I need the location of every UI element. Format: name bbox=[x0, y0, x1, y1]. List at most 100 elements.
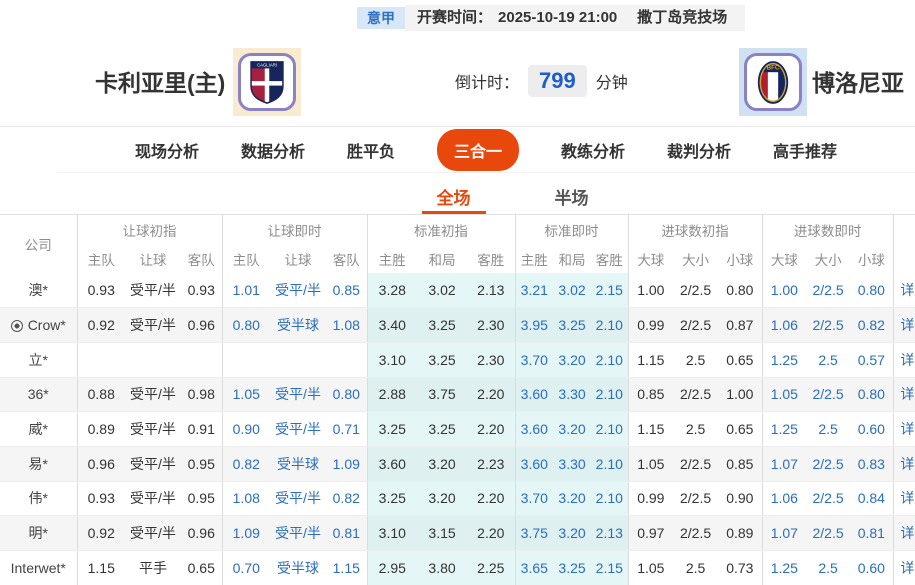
odds-cell: 2.95 bbox=[367, 550, 418, 585]
odds-cell: 2/2.5 bbox=[806, 273, 851, 309]
company-cell: Crow* bbox=[0, 307, 78, 343]
subtab-full[interactable]: 全场 bbox=[421, 173, 486, 214]
odds-cell: 2/2.5 bbox=[806, 446, 851, 482]
detail-link[interactable]: 详情 bbox=[893, 377, 915, 413]
odds-cell: 0.80 bbox=[326, 377, 368, 413]
top-bar: 意甲 开赛时间： 2025-10-19 21:00 撒丁岛竞技场 bbox=[0, 0, 915, 36]
countdown-unit: 分钟 bbox=[595, 75, 628, 92]
odds-cell: 受平/半 bbox=[270, 377, 327, 413]
odds-cell: 0.80 bbox=[850, 273, 894, 309]
odds-cell: 2/2.5 bbox=[673, 377, 719, 413]
cagliari-crest-icon: CAGLIARI bbox=[238, 53, 296, 111]
detail-link[interactable]: 详情 bbox=[893, 550, 915, 585]
odds-table-body: 澳* 0.93 受平/半 0.93 1.01 受平/半 0.85 3.28 3.02 2.13 3.… bbox=[0, 273, 915, 585]
company-cell: 易* bbox=[0, 446, 78, 482]
nav-tab-coach[interactable]: 教练分析 bbox=[561, 138, 625, 162]
odds-cell: 0.65 bbox=[718, 411, 763, 447]
odds-cell: 3.28 bbox=[367, 273, 418, 309]
odds-cell: 0.85 bbox=[326, 273, 368, 309]
odds-cell: 0.93 bbox=[77, 481, 125, 517]
period-subtabs: 全场 半场 bbox=[55, 173, 915, 214]
odds-cell: 3.20 bbox=[417, 481, 468, 517]
column-subheader: 客胜 bbox=[591, 244, 629, 273]
odds-cell: 0.95 bbox=[181, 481, 223, 517]
odds-cell: 1.15 bbox=[77, 550, 125, 585]
odds-cell: 1.08 bbox=[222, 481, 271, 517]
odds-cell: 0.85 bbox=[628, 377, 674, 413]
odds-cell: 3.25 bbox=[367, 481, 418, 517]
odds-cell: 3.20 bbox=[553, 342, 592, 378]
kickoff-label: 开赛时间： bbox=[417, 9, 493, 26]
odds-cell: 1.25 bbox=[762, 550, 807, 585]
company-cell: 36* bbox=[0, 377, 78, 413]
odds-cell: 2.15 bbox=[591, 273, 629, 309]
nav-tab-live[interactable]: 现场分析 bbox=[135, 138, 199, 162]
odds-cell: 3.21 bbox=[515, 273, 554, 309]
odds-cell: 0.80 bbox=[222, 307, 271, 343]
odds-cell: 3.15 bbox=[417, 515, 468, 551]
odds-cell: 2.5 bbox=[806, 342, 851, 378]
company-cell: 立* bbox=[0, 342, 78, 378]
odds-cell: 0.88 bbox=[77, 377, 125, 413]
odds-cell: 2.10 bbox=[591, 377, 629, 413]
nav-tab-expert[interactable]: 高手推荐 bbox=[773, 138, 837, 162]
odds-cell: 3.20 bbox=[553, 515, 592, 551]
countdown: 倒计时： 799 分钟 bbox=[455, 36, 628, 126]
odds-cell: 2.23 bbox=[467, 446, 516, 482]
odds-cell: 0.91 bbox=[181, 411, 223, 447]
detail-link[interactable]: 详情 bbox=[893, 446, 915, 482]
odds-cell: 2.10 bbox=[591, 342, 629, 378]
detail-link[interactable]: 详情 bbox=[893, 411, 915, 447]
nav-tab-three-in-one[interactable]: 三合一 bbox=[436, 128, 519, 171]
odds-cell bbox=[270, 342, 327, 378]
odds-cell: 2.20 bbox=[467, 411, 516, 447]
odds-cell: 0.57 bbox=[850, 342, 894, 378]
odds-cell: 0.80 bbox=[850, 377, 894, 413]
detail-link[interactable]: 详情 bbox=[893, 273, 915, 309]
table-row: 36* 0.88 受平/半 0.98 1.05 受平/半 0.80 2.88 3.75 2.20 3… bbox=[0, 377, 915, 413]
odds-cell: 平手 bbox=[125, 550, 181, 585]
odds-cell: 3.02 bbox=[417, 273, 468, 309]
table-row: 易* 0.96 受平/半 0.95 0.82 受半球 1.09 3.60 3.20 2.23 3.6… bbox=[0, 446, 915, 482]
odds-cell: 0.96 bbox=[77, 446, 125, 482]
odds-cell: 0.65 bbox=[181, 550, 223, 585]
odds-cell: 0.99 bbox=[628, 481, 674, 517]
subtab-half[interactable]: 半场 bbox=[540, 173, 604, 214]
odds-cell: 0.60 bbox=[850, 550, 894, 585]
nav-tabs: 现场分析 数据分析 胜平负 三合一 教练分析 裁判分析 高手推荐 bbox=[57, 127, 915, 173]
kickoff-strip: 开赛时间： 2025-10-19 21:00 撒丁岛竞技场 bbox=[405, 5, 746, 31]
odds-cell: 1.09 bbox=[326, 446, 368, 482]
column-group-header: 进球数初指 bbox=[628, 215, 763, 244]
odds-cell: 0.97 bbox=[628, 515, 674, 551]
odds-table-container: 公司 让球初指 让球即时 标准初指 标准即时 进球数初指 进球数即时 主队 让球 客队 主队 让球 客队… bbox=[0, 215, 915, 585]
odds-cell: 3.25 bbox=[417, 307, 468, 343]
odds-cell: 3.40 bbox=[367, 307, 418, 343]
odds-cell: 0.81 bbox=[326, 515, 368, 551]
detail-link[interactable]: 详情 bbox=[893, 481, 915, 517]
table-row: 澳* 0.93 受平/半 0.93 1.01 受平/半 0.85 3.28 3.02 2.13 3.… bbox=[0, 273, 915, 309]
away-team-logo: BFC bbox=[739, 48, 807, 116]
odds-cell: 0.96 bbox=[181, 515, 223, 551]
odds-cell: 受平/半 bbox=[125, 307, 181, 343]
detail-link[interactable]: 详情 bbox=[893, 342, 915, 378]
odds-cell: 3.70 bbox=[515, 342, 554, 378]
odds-cell: 3.60 bbox=[515, 377, 554, 413]
league-badge[interactable]: 意甲 bbox=[357, 7, 405, 29]
svg-text:CAGLIARI: CAGLIARI bbox=[257, 62, 277, 67]
column-group-header: 标准即时 bbox=[515, 215, 629, 244]
detail-link[interactable]: 详情 bbox=[893, 515, 915, 551]
odds-cell: 3.95 bbox=[515, 307, 554, 343]
nav-tab-referee[interactable]: 裁判分析 bbox=[667, 138, 731, 162]
detail-link[interactable]: 详情 bbox=[893, 307, 915, 343]
odds-table-header: 公司 让球初指 让球即时 标准初指 标准即时 进球数初指 进球数即时 主队 让球 客队 主队 让球 客队… bbox=[0, 215, 915, 273]
countdown-value: 799 bbox=[528, 65, 587, 97]
odds-cell: 1.05 bbox=[222, 377, 271, 413]
nav-tab-data[interactable]: 数据分析 bbox=[241, 138, 305, 162]
nav-tab-wdl[interactable]: 胜平负 bbox=[347, 138, 395, 162]
odds-cell: 2/2.5 bbox=[673, 273, 719, 309]
odds-cell: 2.5 bbox=[673, 342, 719, 378]
odds-cell: 2.13 bbox=[467, 273, 516, 309]
odds-cell: 2.5 bbox=[806, 550, 851, 585]
odds-cell: 受平/半 bbox=[270, 273, 327, 309]
countdown-label: 倒计时： bbox=[455, 75, 520, 92]
